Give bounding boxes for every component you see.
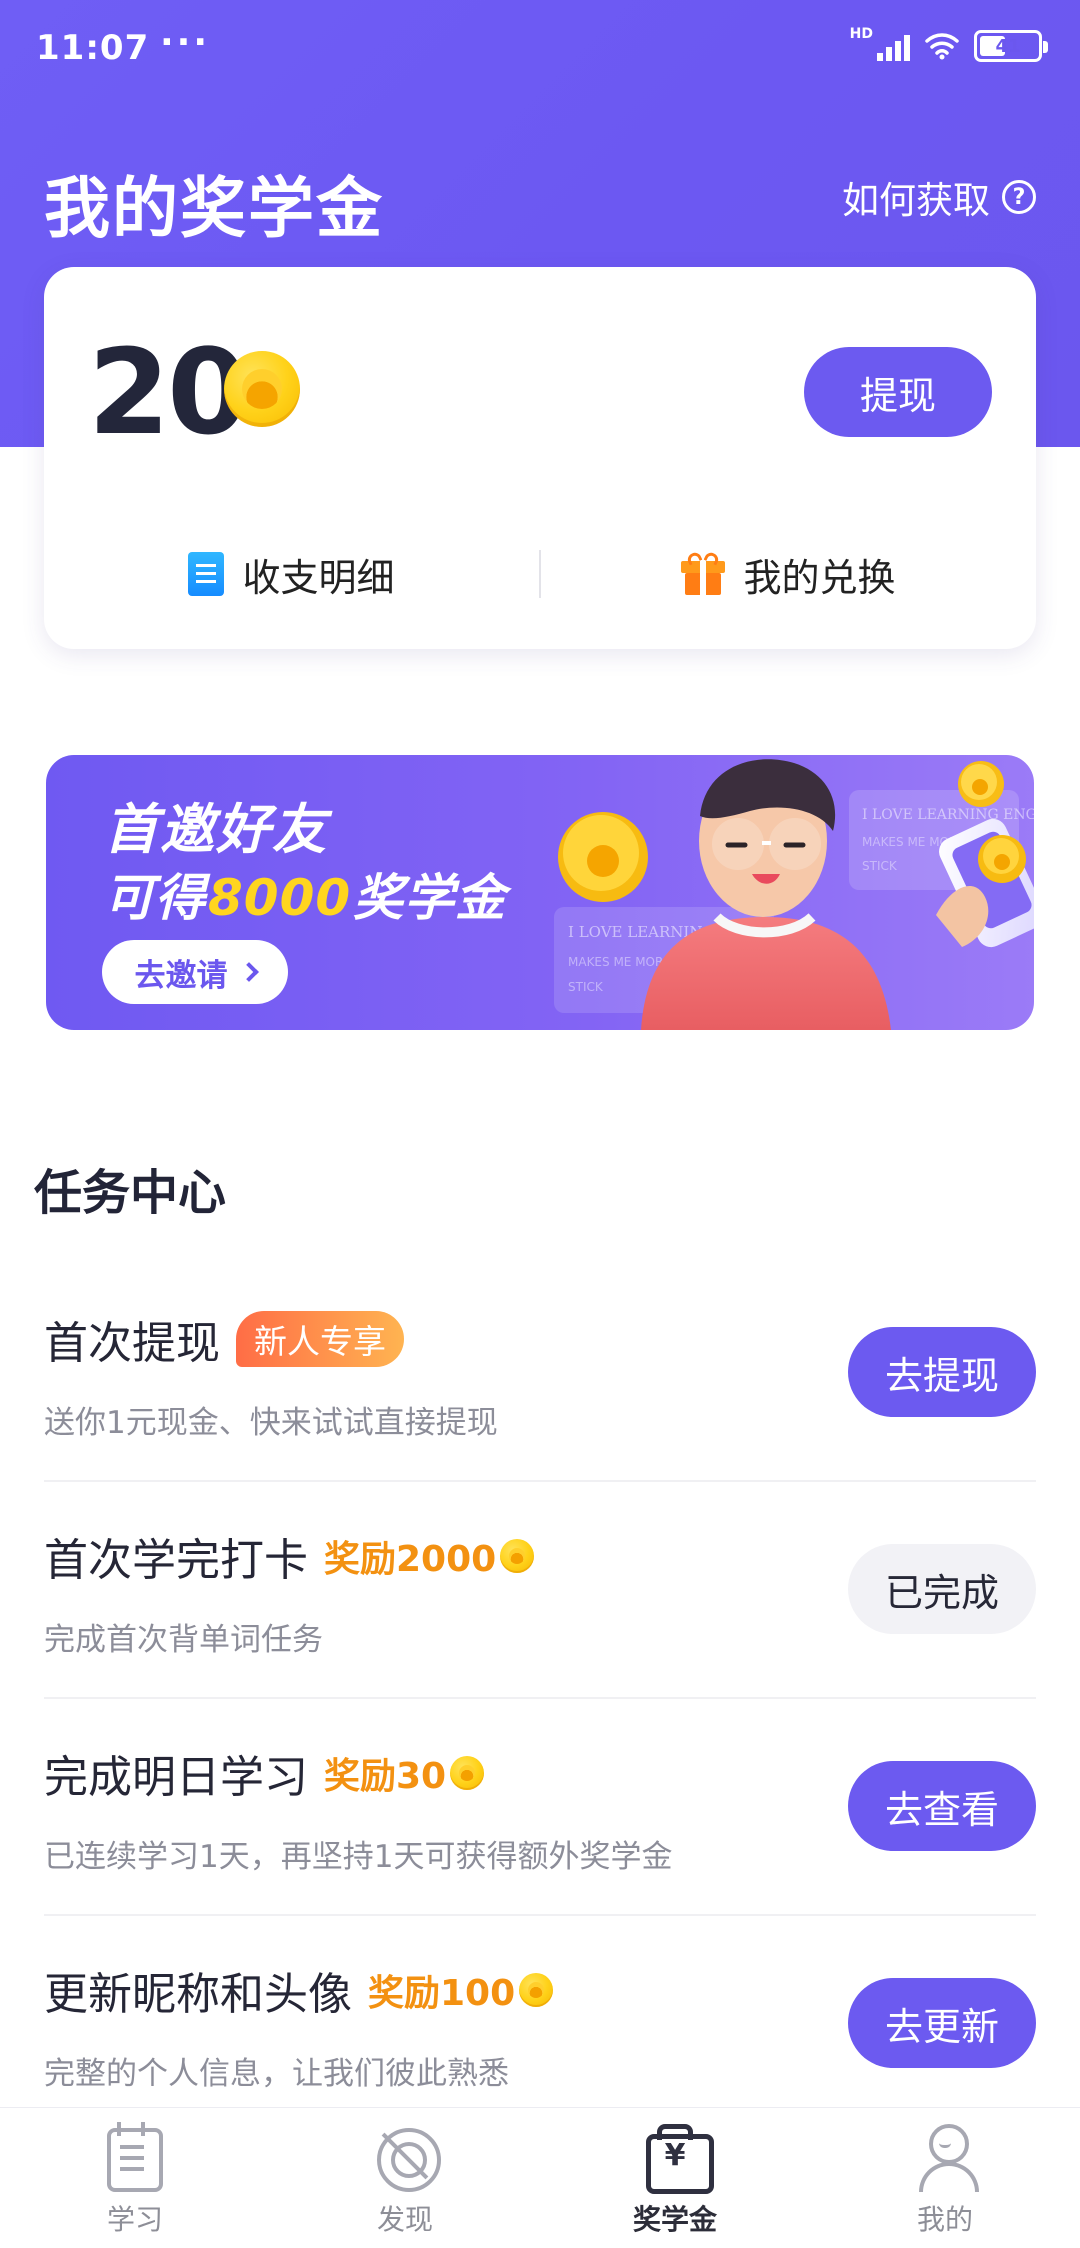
task-reward-label: 奖励30 bbox=[324, 1756, 447, 1797]
task-description: 完成首次背单词任务 bbox=[44, 1622, 323, 1658]
calendar-book-icon bbox=[99, 2120, 171, 2192]
status-icons: HD 41 bbox=[850, 26, 1048, 62]
how-to-get-label: 如何获取 bbox=[842, 179, 990, 222]
task-first-withdraw: 首次提现 新人专享 送你1元现金、快来试试直接提现 去提现 bbox=[44, 1265, 1036, 1482]
scholarship-balance: 20 bbox=[88, 323, 249, 461]
status-bar: 11:07 ··· HD 41 bbox=[0, 0, 1080, 95]
banner-card-text-2: MAKES ME MORE bbox=[568, 955, 671, 969]
question-circle-icon: ? bbox=[1002, 180, 1036, 214]
gold-coin-icon bbox=[500, 1539, 535, 1573]
view-task-button[interactable]: 去查看 bbox=[848, 1761, 1036, 1851]
invite-friends-banner[interactable]: I LOVE LEARNING ENG MAKES ME MORE STICK … bbox=[46, 755, 1034, 1030]
network-label: HD bbox=[849, 26, 873, 42]
gift-icon bbox=[681, 550, 726, 595]
task-description: 送你1元现金、快来试试直接提现 bbox=[44, 1405, 498, 1441]
wallet-yuan-icon: ¥ bbox=[639, 2120, 714, 2194]
signal-icon bbox=[877, 31, 910, 61]
task-reward-label: 奖励100 bbox=[368, 1973, 516, 2014]
status-time: 11:07 bbox=[36, 28, 150, 68]
nav-scholarship-label: 奖学金 bbox=[632, 2203, 717, 2236]
battery-icon: 41 bbox=[974, 30, 1048, 62]
task-title-row: 完成明日学习 奖励30 bbox=[44, 1741, 485, 1805]
task-name: 更新昵称和头像 bbox=[44, 1969, 352, 2020]
balance-actions: 收支明细 我的兑换 bbox=[44, 499, 1036, 649]
gold-coin-icon bbox=[519, 1973, 554, 2007]
transaction-history-link[interactable]: 收支明细 bbox=[44, 547, 539, 602]
coin-large-illustration bbox=[558, 812, 648, 902]
banner-title: 首邀好友 bbox=[104, 798, 328, 861]
task-first-checkin: 首次学完打卡 奖励2000 完成首次背单词任务 已完成 bbox=[44, 1482, 1036, 1699]
invite-button[interactable]: 去邀请 bbox=[102, 940, 288, 1004]
task-reward: 奖励100 bbox=[368, 1964, 554, 2016]
scholarship-page: 11:07 ··· HD 41 我的奖学金 如何获取 ? 20 提现 收支明细 … bbox=[0, 0, 1080, 2248]
banner-card-text-4: I LOVE LEARNING ENGLISH bbox=[862, 807, 1034, 823]
task-reward: 奖励30 bbox=[324, 1747, 485, 1799]
task-description: 已连续学习1天，再坚持1天可获得额外奖学金 bbox=[44, 1839, 673, 1875]
receipt-icon bbox=[188, 552, 225, 596]
nav-me-label: 我的 bbox=[916, 2203, 973, 2236]
banner-subtitle-suffix: 奖学金 bbox=[353, 869, 507, 927]
task-reward: 奖励2000 bbox=[324, 1530, 535, 1582]
bottom-navigation: 学习 发现 ¥ 奖学金 我的 bbox=[0, 2107, 1080, 2248]
gold-coin-icon bbox=[224, 351, 300, 427]
battery-percentage: 41 bbox=[995, 35, 1021, 57]
task-title-row: 首次学完打卡 奖励2000 bbox=[44, 1524, 535, 1588]
invite-button-label: 去邀请 bbox=[134, 957, 228, 994]
new-user-tag: 新人专享 bbox=[236, 1311, 404, 1367]
withdraw-button[interactable]: 提现 bbox=[804, 347, 992, 437]
page-title: 我的奖学金 bbox=[44, 170, 384, 247]
task-center-title: 任务中心 bbox=[34, 1165, 227, 1221]
nav-discover-label: 发现 bbox=[376, 2203, 433, 2236]
profile-icon bbox=[909, 2120, 981, 2192]
banner-card-text-3: STICK bbox=[568, 980, 604, 994]
nav-discover[interactable]: 发现 bbox=[270, 2108, 540, 2248]
my-redemptions-link[interactable]: 我的兑换 bbox=[541, 547, 1036, 602]
task-reward-label: 奖励2000 bbox=[324, 1539, 497, 1580]
nav-me[interactable]: 我的 bbox=[810, 2108, 1080, 2248]
task-name: 首次提现 bbox=[44, 1318, 220, 1369]
banner-subtitle-prefix: 可得 bbox=[104, 869, 206, 927]
update-profile-button[interactable]: 去更新 bbox=[848, 1978, 1036, 2068]
banner-card-text-6: STICK bbox=[862, 859, 898, 873]
nav-scholarship[interactable]: ¥ 奖学金 bbox=[540, 2108, 810, 2248]
balance-card: 20 提现 收支明细 我的兑换 bbox=[44, 267, 1036, 649]
banner-reward-amount: 8000 bbox=[208, 869, 352, 927]
task-name: 首次学完打卡 bbox=[44, 1535, 308, 1586]
my-redemptions-label: 我的兑换 bbox=[743, 555, 896, 600]
task-title-row: 首次提现 新人专享 bbox=[44, 1307, 404, 1371]
nav-study[interactable]: 学习 bbox=[0, 2108, 270, 2248]
gold-coin-icon bbox=[450, 1756, 485, 1790]
how-to-get-link[interactable]: 如何获取 ? bbox=[842, 170, 1036, 224]
banner-subtitle: 可得 8000 奖学金 bbox=[104, 858, 506, 930]
coin-small-illustration bbox=[958, 761, 1004, 807]
nav-study-label: 学习 bbox=[106, 2203, 163, 2236]
task-update-profile: 更新昵称和头像 奖励100 完整的个人信息，让我们彼此熟悉 去更新 bbox=[44, 1916, 1036, 2133]
status-more-icon: ··· bbox=[160, 22, 211, 63]
transaction-history-label: 收支明细 bbox=[242, 555, 395, 600]
task-description: 完整的个人信息，让我们彼此熟悉 bbox=[44, 2056, 509, 2092]
wifi-icon bbox=[925, 33, 959, 60]
chevron-right-icon bbox=[238, 962, 259, 982]
task-name: 完成明日学习 bbox=[44, 1752, 308, 1803]
task-title-row: 更新昵称和头像 奖励100 bbox=[44, 1958, 554, 2022]
go-withdraw-button[interactable]: 去提现 bbox=[848, 1327, 1036, 1417]
compass-icon bbox=[369, 2120, 441, 2192]
task-tomorrow-study: 完成明日学习 奖励30 已连续学习1天，再坚持1天可获得额外奖学金 去查看 bbox=[44, 1699, 1036, 1916]
completed-button[interactable]: 已完成 bbox=[848, 1544, 1036, 1634]
